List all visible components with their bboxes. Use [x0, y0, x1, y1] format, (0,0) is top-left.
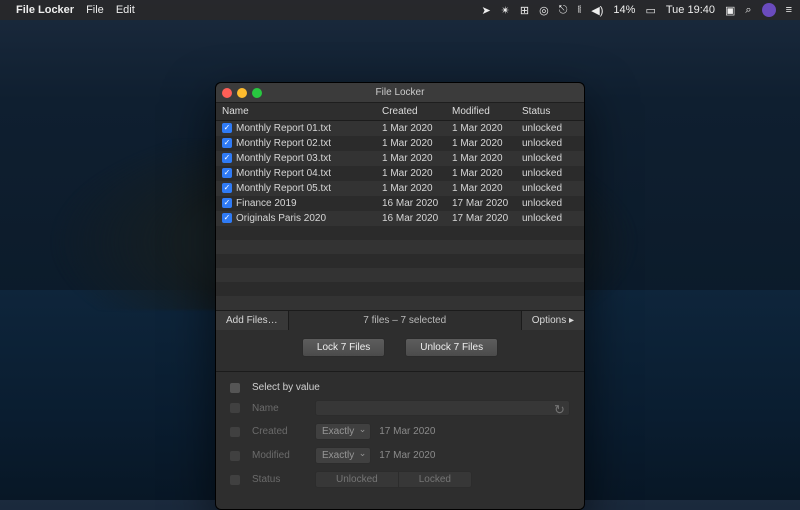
seg-unlocked[interactable]: Unlocked [316, 472, 398, 487]
cell-modified: 17 Mar 2020 [446, 211, 516, 226]
cell-created: 1 Mar 2020 [376, 151, 446, 166]
cell-status: unlocked [516, 151, 584, 166]
cell-status: unlocked [516, 211, 584, 226]
menubar-item-edit[interactable]: Edit [116, 4, 135, 16]
volume-icon[interactable]: ◀︎) [591, 4, 603, 17]
cell-modified: 17 Mar 2020 [446, 196, 516, 211]
spotlight-icon[interactable]: ⌕ [745, 4, 751, 17]
select-by-value-label: Select by value [252, 382, 320, 393]
window-titlebar[interactable]: File Locker [216, 83, 584, 103]
row-checkbox[interactable] [222, 198, 232, 208]
filter-created-op[interactable]: Exactly [315, 423, 371, 440]
battery-icon[interactable]: ▭ [645, 4, 655, 17]
filter-status-checkbox[interactable] [230, 475, 240, 485]
row-checkbox[interactable] [222, 168, 232, 178]
filter-name-input[interactable] [315, 400, 570, 416]
cell-name: Monthly Report 03.txt [236, 153, 331, 164]
table-row[interactable]: Monthly Report 02.txt 1 Mar 20201 Mar 202… [216, 136, 584, 151]
airdrop-icon[interactable]: ◎ [539, 4, 549, 17]
table-row[interactable]: Monthly Report 01.txt 1 Mar 20201 Mar 202… [216, 121, 584, 137]
filter-status-segmented[interactable]: Unlocked Locked [315, 471, 472, 488]
cell-status: unlocked [516, 121, 584, 137]
wifi-icon[interactable]: ⧛ [577, 4, 581, 17]
cell-modified: 1 Mar 2020 [446, 136, 516, 151]
cell-name: Monthly Report 01.txt [236, 123, 331, 134]
cell-status: unlocked [516, 181, 584, 196]
cell-status: unlocked [516, 166, 584, 181]
unlock-button[interactable]: Unlock 7 Files [405, 338, 498, 357]
filter-name-checkbox[interactable] [230, 403, 240, 413]
grid-icon[interactable]: ⊞ [520, 4, 529, 17]
select-by-value-panel: Select by value ↻ Name Created Exactly 1… [216, 371, 584, 509]
cell-name: Originals Paris 2020 [236, 213, 326, 224]
selection-count: 7 files – 7 selected [289, 311, 521, 330]
row-checkbox[interactable] [222, 213, 232, 223]
col-header-modified[interactable]: Modified [446, 103, 516, 121]
window-title: File Locker [216, 87, 584, 98]
filter-created-date[interactable]: 17 Mar 2020 [379, 426, 435, 437]
filter-modified-checkbox[interactable] [230, 451, 240, 461]
col-header-name[interactable]: Name [216, 103, 376, 121]
table-row[interactable]: Monthly Report 05.txt 1 Mar 20201 Mar 202… [216, 181, 584, 196]
cell-modified: 1 Mar 2020 [446, 181, 516, 196]
cell-created: 16 Mar 2020 [376, 196, 446, 211]
filter-modified-label: Modified [252, 450, 307, 461]
cell-name: Monthly Report 04.txt [236, 168, 331, 179]
menubar-app-name[interactable]: File Locker [16, 4, 74, 16]
filter-name-label: Name [252, 403, 307, 414]
cell-name: Monthly Report 02.txt [236, 138, 331, 149]
select-by-value-checkbox[interactable] [230, 383, 240, 393]
table-row[interactable]: Finance 2019 16 Mar 202017 Mar 2020unlock… [216, 196, 584, 211]
menubar-clock[interactable]: Tue 19:40 [666, 4, 715, 16]
filter-status-label: Status [252, 474, 307, 485]
airplay-icon[interactable]: ⎋ [559, 4, 568, 17]
files-table: Name Created Modified Status Monthly Rep… [216, 103, 584, 310]
control-center-icon[interactable]: ▣ [725, 4, 735, 17]
filter-modified-op[interactable]: Exactly [315, 447, 371, 464]
cell-status: unlocked [516, 196, 584, 211]
options-button[interactable]: Options ▸ [521, 311, 584, 330]
col-header-created[interactable]: Created [376, 103, 446, 121]
row-checkbox[interactable] [222, 123, 232, 133]
cell-modified: 1 Mar 2020 [446, 166, 516, 181]
cell-created: 1 Mar 2020 [376, 136, 446, 151]
row-checkbox[interactable] [222, 138, 232, 148]
cell-name: Finance 2019 [236, 198, 297, 209]
cell-modified: 1 Mar 2020 [446, 151, 516, 166]
file-locker-window: File Locker Name Created Modified Status… [215, 82, 585, 510]
cell-created: 16 Mar 2020 [376, 211, 446, 226]
table-row[interactable]: Monthly Report 04.txt 1 Mar 20201 Mar 202… [216, 166, 584, 181]
lock-button[interactable]: Lock 7 Files [302, 338, 385, 357]
row-checkbox[interactable] [222, 153, 232, 163]
cell-created: 1 Mar 2020 [376, 121, 446, 137]
midbar: Add Files… 7 files – 7 selected Options … [216, 310, 584, 330]
add-files-button[interactable]: Add Files… [216, 311, 289, 330]
cell-modified: 1 Mar 2020 [446, 121, 516, 137]
table-row[interactable]: Originals Paris 2020 16 Mar 202017 Mar 20… [216, 211, 584, 226]
filter-modified-date[interactable]: 17 Mar 2020 [379, 450, 435, 461]
col-header-status[interactable]: Status [516, 103, 584, 121]
table-row[interactable]: Monthly Report 03.txt 1 Mar 20201 Mar 202… [216, 151, 584, 166]
menubar-item-file[interactable]: File [86, 4, 104, 16]
battery-pct[interactable]: 14% [613, 4, 635, 16]
user-avatar-icon[interactable] [762, 3, 776, 17]
filter-created-checkbox[interactable] [230, 427, 240, 437]
row-checkbox[interactable] [222, 183, 232, 193]
cell-created: 1 Mar 2020 [376, 181, 446, 196]
filter-created-label: Created [252, 426, 307, 437]
sparkle-icon[interactable]: ✴︎ [501, 4, 510, 17]
cell-name: Monthly Report 05.txt [236, 183, 331, 194]
notifications-icon[interactable]: ≡ [786, 4, 792, 16]
location-icon[interactable]: ➤ [481, 4, 490, 17]
seg-locked[interactable]: Locked [398, 472, 471, 487]
cell-created: 1 Mar 2020 [376, 166, 446, 181]
macos-menubar: File Locker File Edit ➤ ✴︎ ⊞ ◎ ⎋ ⧛ ◀︎) 1… [0, 0, 800, 20]
cell-status: unlocked [516, 136, 584, 151]
